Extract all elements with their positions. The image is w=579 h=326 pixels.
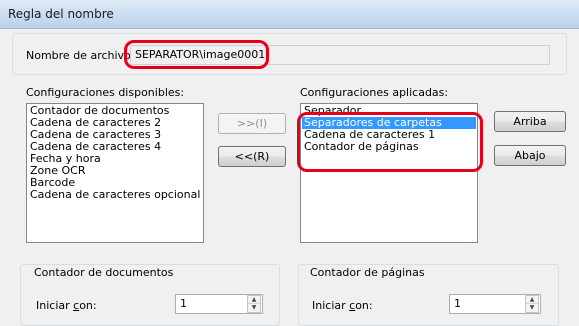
applied-label: Configuraciones aplicadas: bbox=[300, 86, 449, 99]
page-start-value: 1 bbox=[454, 297, 461, 310]
dialog-body: Nombre de archivo: SEPARATOR\image0001 C… bbox=[0, 29, 579, 326]
list-item[interactable]: Contador de páginas bbox=[302, 141, 476, 153]
applied-list[interactable]: Separador Separadores de carpetas Cadena… bbox=[300, 103, 478, 243]
filename-field: SEPARATOR\image0001 bbox=[130, 45, 550, 65]
available-list[interactable]: Contador de documentos Cadena de caracte… bbox=[26, 103, 204, 243]
move-down-button[interactable]: Abajo bbox=[494, 145, 566, 166]
add-button[interactable]: >>(I) bbox=[218, 113, 286, 134]
doc-start-label: Iniciar con: bbox=[36, 299, 97, 312]
filename-label: Nombre de archivo: bbox=[26, 49, 135, 62]
page-start-label: Iniciar con: bbox=[312, 299, 373, 312]
title-bar: Regla del nombre bbox=[0, 0, 579, 29]
spin-down-icon[interactable]: ▼ bbox=[526, 304, 538, 312]
page-start-spinner[interactable]: ▲ ▼ bbox=[525, 295, 539, 313]
available-label: Configuraciones disponibles: bbox=[26, 86, 185, 99]
remove-button[interactable]: <<(R) bbox=[218, 146, 286, 167]
list-item[interactable]: Cadena de caracteres opcional bbox=[28, 189, 202, 201]
spin-up-icon[interactable]: ▲ bbox=[248, 296, 260, 304]
spin-down-icon[interactable]: ▼ bbox=[248, 304, 260, 312]
doc-start-spinner[interactable]: ▲ ▼ bbox=[247, 295, 261, 313]
page-counter-title: Contador de páginas bbox=[308, 266, 427, 279]
spin-up-icon[interactable]: ▲ bbox=[526, 296, 538, 304]
doc-counter-title: Contador de documentos bbox=[32, 266, 176, 279]
window-title: Regla del nombre bbox=[8, 7, 114, 21]
move-up-button[interactable]: Arriba bbox=[494, 111, 566, 132]
doc-start-value: 1 bbox=[180, 297, 187, 310]
filename-value: SEPARATOR\image0001 bbox=[135, 48, 266, 61]
